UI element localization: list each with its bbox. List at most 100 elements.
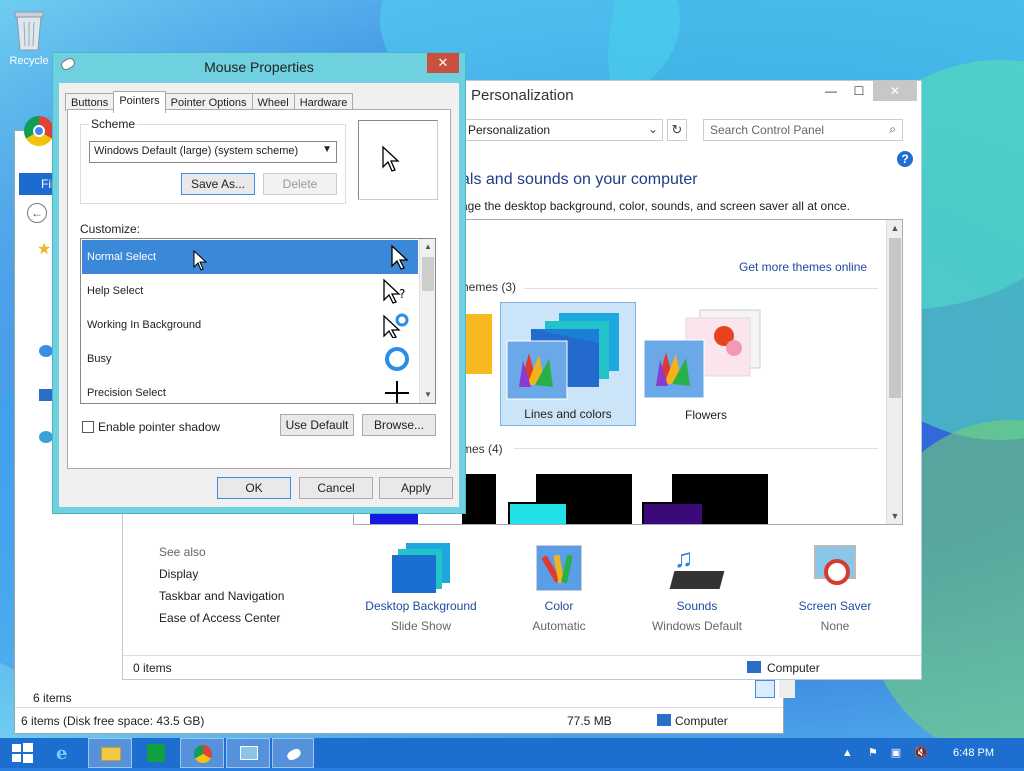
scroll-thumb[interactable] bbox=[422, 257, 434, 291]
tray-chevron-icon[interactable]: ▲ bbox=[842, 747, 853, 759]
details-view-icon[interactable] bbox=[755, 680, 775, 698]
theme-label: Flowers bbox=[684, 408, 727, 422]
theme-partial[interactable] bbox=[462, 314, 492, 374]
explorer-status-size: 77.5 MB bbox=[567, 714, 612, 728]
network-tray-icon[interactable]: ▣ bbox=[891, 747, 901, 759]
recycle-bin-icon[interactable]: Recycle bbox=[4, 8, 54, 67]
customize-label: Customize: bbox=[80, 222, 141, 236]
theme-group-2-label: mes (4) bbox=[462, 442, 503, 456]
scheme-group: Scheme Windows Default (large) (system s… bbox=[80, 117, 346, 204]
see-also-caption: See also bbox=[159, 545, 206, 559]
pointer-row-label: Busy bbox=[87, 353, 112, 365]
screen-saver-icon bbox=[806, 543, 864, 593]
mouse-properties-dialog[interactable]: Mouse Properties ✕ Buttons Pointers Poin… bbox=[52, 52, 466, 514]
favorites-star-icon: ★ bbox=[37, 241, 52, 258]
recycle-bin-label: Recycle bbox=[9, 55, 49, 67]
large-icons-view-icon[interactable] bbox=[779, 680, 795, 698]
theme-high-contrast-1[interactable] bbox=[462, 474, 496, 524]
busy-cursor-icon bbox=[385, 347, 409, 371]
ie-taskbar-icon[interactable]: e bbox=[44, 738, 88, 768]
explorer-status-location: Computer bbox=[675, 714, 728, 728]
sounds-icon: ♫ bbox=[668, 543, 726, 593]
tab-strip: Buttons Pointers Pointer Options Wheel H… bbox=[65, 91, 354, 113]
pointer-row-label: Help Select bbox=[87, 285, 144, 297]
system-tray: ▲ ⚑ ▣ 🔇 6:48 PM bbox=[842, 746, 994, 759]
explorer-taskbar-icon[interactable] bbox=[88, 738, 132, 768]
search-input[interactable]: Search Control Panel ⌕ bbox=[703, 119, 903, 141]
pointer-row-label: Precision Select bbox=[87, 387, 166, 399]
see-also-display-link[interactable]: Display bbox=[159, 567, 284, 581]
working-cursor-icon bbox=[383, 313, 409, 338]
color-item[interactable]: Color Automatic bbox=[499, 543, 619, 633]
svg-text:?: ? bbox=[399, 287, 405, 301]
pointer-list-scrollbar[interactable]: ▲ ▼ bbox=[419, 239, 435, 403]
address-bar[interactable]: Personalization ⌄ bbox=[461, 119, 663, 141]
scheme-value: Windows Default (large) (system scheme) bbox=[94, 145, 299, 157]
color-icon bbox=[530, 543, 588, 593]
scheme-select[interactable]: Windows Default (large) (system scheme) … bbox=[89, 141, 337, 163]
desktop-background-icon bbox=[392, 543, 450, 593]
pointer-row-working-background[interactable]: Working In Background bbox=[82, 308, 418, 342]
personalization-status-items: 0 items bbox=[133, 661, 172, 675]
desktop-background-item[interactable]: Desktop Background Slide Show bbox=[361, 543, 481, 633]
arrow-cursor-icon bbox=[391, 244, 409, 270]
theme-flowers[interactable]: Flowers bbox=[638, 302, 774, 426]
scheme-label: Scheme bbox=[89, 117, 138, 131]
color-label: Color bbox=[544, 599, 574, 613]
chrome-desktop-icon[interactable] bbox=[24, 116, 54, 146]
chevron-down-icon[interactable]: ⌄ bbox=[648, 122, 658, 136]
clock[interactable]: 6:48 PM bbox=[953, 747, 994, 759]
explorer-status-left: 6 items (Disk free space: 43.5 GB) bbox=[21, 714, 205, 728]
search-icon[interactable]: ⌕ bbox=[889, 122, 896, 137]
pointer-row-help-select[interactable]: Help Select ? bbox=[82, 274, 418, 308]
color-sub: Automatic bbox=[532, 619, 586, 633]
get-more-themes-link[interactable]: Get more themes online bbox=[739, 260, 867, 274]
mouse-taskbar-icon[interactable] bbox=[272, 738, 314, 768]
chevron-down-icon[interactable]: ▼ bbox=[322, 144, 332, 155]
cancel-button[interactable]: Cancel bbox=[299, 477, 373, 499]
close-button[interactable]: ✕ bbox=[873, 81, 917, 101]
pointer-row-normal-select[interactable]: Normal Select bbox=[82, 240, 418, 274]
page-title: als and sounds on your computer bbox=[461, 171, 698, 188]
explorer-items-count: 6 items bbox=[33, 691, 72, 705]
start-button[interactable] bbox=[0, 738, 44, 768]
minimize-button[interactable]: — bbox=[817, 81, 845, 101]
save-as-button[interactable]: Save As... bbox=[181, 173, 255, 195]
sounds-item[interactable]: ♫ Sounds Windows Default bbox=[637, 543, 757, 633]
store-taskbar-icon[interactable] bbox=[134, 738, 178, 768]
see-also-taskbar-link[interactable]: Taskbar and Navigation bbox=[159, 589, 284, 603]
theme-high-contrast-3-accent bbox=[642, 502, 704, 524]
theme-lines-and-colors[interactable]: Lines and colors bbox=[500, 302, 636, 426]
delete-button[interactable]: Delete bbox=[263, 173, 337, 195]
use-default-button[interactable]: Use Default bbox=[280, 414, 354, 436]
pointer-list[interactable]: Normal Select Help Select ? Working In B… bbox=[80, 238, 436, 404]
chrome-taskbar-icon[interactable] bbox=[180, 738, 224, 768]
mouse-pointer-icon bbox=[193, 250, 208, 271]
tab-pointers[interactable]: Pointers bbox=[113, 91, 166, 113]
pointer-row-busy[interactable]: Busy bbox=[82, 342, 418, 376]
control-panel-taskbar-icon[interactable] bbox=[226, 738, 270, 768]
flag-icon[interactable]: ⚑ bbox=[868, 747, 878, 759]
computer-small-icon bbox=[657, 714, 671, 726]
browse-button[interactable]: Browse... bbox=[362, 414, 436, 436]
theme-group-1-label: hemes (3) bbox=[462, 280, 517, 294]
checkbox-box[interactable] bbox=[82, 421, 94, 433]
theme-scrollbar[interactable]: ▲ ▼ bbox=[886, 220, 902, 524]
back-icon[interactable]: ← bbox=[27, 203, 47, 223]
desktop: Recycle File ← ★ 6 items 6 items (Disk f… bbox=[0, 0, 1024, 738]
see-also-ease-link[interactable]: Ease of Access Center bbox=[159, 611, 284, 625]
screen-saver-item[interactable]: Screen Saver None bbox=[775, 543, 895, 633]
arrow-cursor-icon bbox=[382, 145, 400, 172]
volume-muted-icon[interactable]: 🔇 bbox=[914, 747, 928, 759]
ok-button[interactable]: OK bbox=[217, 477, 291, 499]
apply-button[interactable]: Apply bbox=[379, 477, 453, 499]
mouse-dialog-body: Buttons Pointers Pointer Options Wheel H… bbox=[59, 83, 459, 507]
sounds-label: Sounds bbox=[676, 599, 718, 613]
pointer-row-precision-select[interactable]: Precision Select bbox=[82, 376, 418, 403]
help-icon[interactable]: ? bbox=[897, 151, 913, 167]
enable-shadow-checkbox[interactable]: Enable pointer shadow bbox=[82, 420, 220, 434]
dialog-close-button[interactable]: ✕ bbox=[427, 53, 459, 73]
scroll-thumb[interactable] bbox=[889, 238, 901, 398]
refresh-icon[interactable]: ↻ bbox=[667, 119, 687, 141]
maximize-button[interactable]: ☐ bbox=[845, 81, 873, 101]
